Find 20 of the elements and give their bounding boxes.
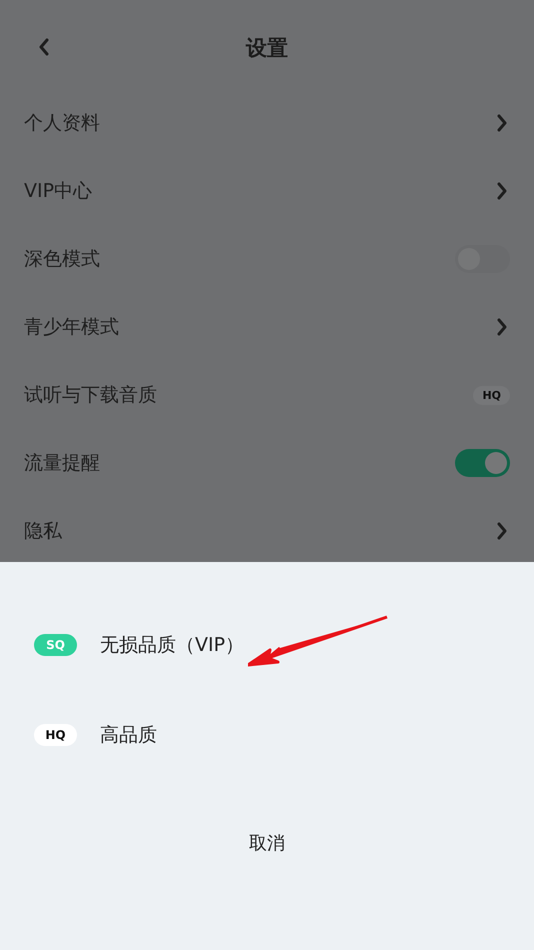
setting-label[interactable]: 青少年模式 — [24, 314, 119, 340]
page-title: 设置 — [246, 34, 288, 62]
quality-option[interactable]: 无损品质（VIP） — [100, 632, 244, 658]
chevron-right-icon[interactable] — [496, 113, 508, 133]
setting-label[interactable]: 个人资料 — [24, 110, 100, 136]
cancel-button[interactable]: 取消 — [237, 825, 297, 861]
chevron-right-icon[interactable] — [496, 521, 508, 541]
back-icon[interactable] — [38, 38, 50, 56]
setting-label[interactable]: 流量提醒 — [24, 450, 100, 476]
setting-label[interactable]: 隐私 — [24, 518, 62, 544]
chevron-right-icon[interactable] — [496, 317, 508, 337]
quality-option[interactable]: 高品质 — [100, 722, 157, 748]
chevron-right-icon[interactable] — [496, 181, 508, 201]
quality-badge: HQ — [473, 386, 510, 404]
quality-badge: SQ — [34, 634, 77, 656]
setting-label[interactable]: VIP中心 — [24, 178, 92, 204]
quality-badge: HQ — [34, 724, 77, 746]
toggle-switch[interactable] — [455, 449, 510, 477]
setting-label[interactable]: 试听与下载音质 — [24, 382, 157, 408]
setting-label[interactable]: 深色模式 — [24, 246, 100, 272]
